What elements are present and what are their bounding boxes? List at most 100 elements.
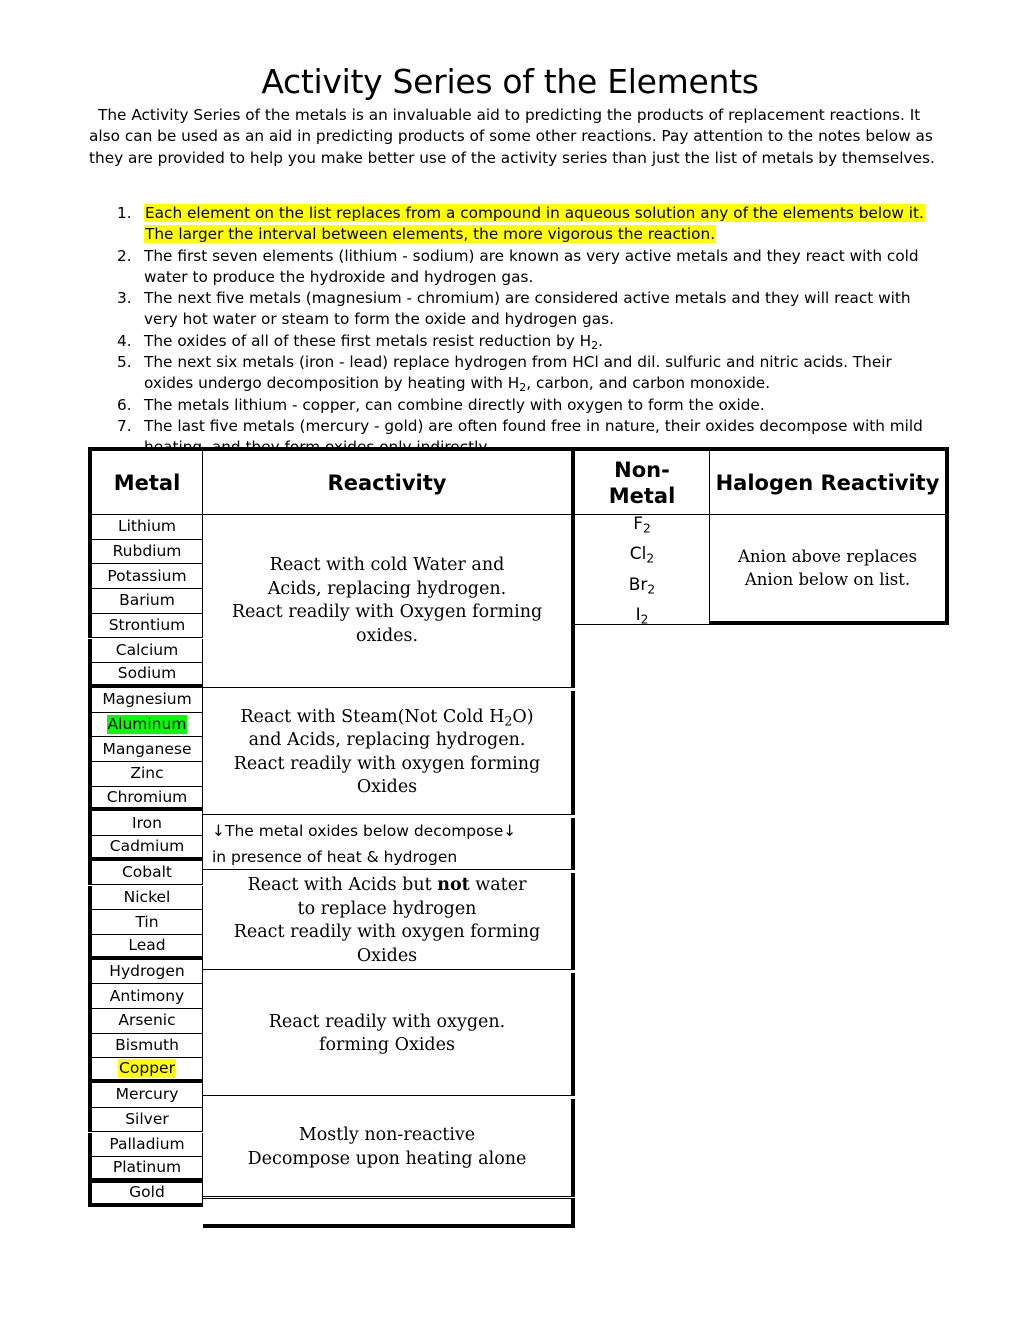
table-header-nonmetal: Non- Metal	[575, 447, 710, 515]
metal-row-lithium: Lithium	[88, 515, 203, 540]
metal-label: Arsenic	[118, 1011, 176, 1030]
note-body: The next five metals (magnesium - chromi…	[144, 288, 941, 331]
note-body: Each element on the list replaces from a…	[144, 203, 941, 246]
note-1-line-1: Each element on the list replaces from a…	[144, 204, 925, 222]
reactivity-group-cold-water: React with cold Water and Acids, replaci…	[203, 515, 575, 688]
metal-label: Lead	[128, 935, 166, 954]
note-item-1: 1. Each element on the list replaces fro…	[113, 203, 941, 246]
metal-label: Cadmium	[109, 836, 185, 855]
note-number: 2.	[117, 246, 132, 265]
reactivity-line: to replace hydrogen	[297, 898, 477, 919]
note-4-text-b: .	[598, 331, 604, 350]
metal-row-platinum: Platinum	[88, 1157, 203, 1182]
metal-row-iron: Iron	[88, 811, 203, 837]
nonmetal-list: F2 Cl2 Br2 I2	[575, 514, 710, 626]
reactivity-line: and Acids, replacing hydrogen.	[248, 730, 526, 750]
metal-row-chromium: Chromium	[88, 786, 203, 812]
nonmetal-symbol: F	[633, 513, 643, 534]
nonmetal-subscript: 2	[647, 581, 656, 596]
metal-label: Zinc	[130, 764, 164, 783]
reactivity-line: Acids, replacing hydrogen.	[267, 578, 507, 599]
reactivity-line: Decompose upon heating alone	[247, 1148, 527, 1169]
metal-row-arsenic: Arsenic	[88, 1009, 203, 1034]
reactivity-line: React readily with oxygen.	[268, 1011, 506, 1032]
nonmetal-item: I2	[636, 600, 649, 631]
metal-row-potassium: Potassium	[88, 564, 203, 590]
reactivity-text-bold: not	[437, 875, 470, 895]
note-body: The next six metals (iron - lead) replac…	[144, 352, 941, 395]
metal-label: Lithium	[117, 517, 177, 536]
metal-label: Gold	[129, 1183, 165, 1202]
table-header-halogen: Halogen Reactivity	[710, 447, 949, 515]
note-item-2: 2. The first seven elements (lithium - s…	[113, 246, 941, 289]
metal-row-calcium: Calcium	[88, 638, 203, 664]
metal-row-cobalt: Cobalt	[88, 860, 203, 886]
note-number: 3.	[117, 289, 132, 308]
metal-row-cadmium: Cadmium	[88, 836, 203, 861]
intro-paragraph: The Activity Series of the metals is an …	[89, 106, 935, 167]
reactivity-text-a: React with Acids but	[247, 875, 438, 895]
metal-label: Mercury	[115, 1085, 179, 1104]
table-header-metal: Metal	[88, 447, 203, 515]
table-header-nonmetal-line2: Metal	[608, 483, 676, 508]
reactivity-line: React with Steam(Not Cold H2O)	[240, 706, 533, 730]
metal-label: Antimony	[109, 986, 185, 1005]
table-header-nonmetal-line1: Non-	[614, 457, 670, 482]
metal-label: Calcium	[115, 640, 179, 659]
reactivity-line: Mostly non-reactive	[298, 1125, 476, 1145]
reactivity-group-decompose-note: ↓The metal oxides below decompose↓ in pr…	[203, 818, 575, 870]
table-header-reactivity: Reactivity	[203, 447, 575, 515]
metal-label: Strontium	[108, 616, 186, 635]
notes-list: 1. Each element on the list replaces fro…	[113, 203, 941, 459]
note-5-text-a: The next six metals (iron - lead) replac…	[144, 353, 892, 393]
reactivity-line: React with Acids but not water	[248, 874, 527, 898]
metal-label: Cobalt	[121, 863, 173, 882]
note-item-6: 6. The metals lithium - copper, can comb…	[113, 395, 941, 416]
reactivity-group-oxygen: React readily with oxygen. forming Oxide…	[203, 973, 575, 1096]
metal-row-aluminum: Aluminum	[88, 712, 203, 738]
metal-label: Barium	[119, 591, 175, 610]
reactivity-group-gold-empty	[203, 1198, 575, 1228]
nonmetal-item: F2	[633, 509, 651, 540]
metal-label: Magnesium	[102, 690, 192, 709]
reactivity-line: React readily with Oxygen forming oxides…	[231, 602, 543, 646]
metal-label: Tin	[135, 912, 159, 931]
metal-row-mercury: Mercury	[88, 1083, 203, 1108]
halogen-line: Anion below on list.	[744, 570, 911, 589]
nonmetal-subscript: 2	[642, 520, 651, 535]
note-body: The metals lithium - copper, can combine…	[144, 395, 941, 416]
reactivity-group-non-reactive: Mostly non-reactive Decompose upon heati…	[203, 1099, 575, 1197]
page-title: Activity Series of the Elements	[261, 62, 759, 101]
metal-label: Hydrogen	[109, 961, 185, 980]
metal-label: Aluminum	[106, 714, 188, 734]
note-number: 5.	[117, 353, 132, 372]
note-body: The oxides of all of these first metals …	[144, 331, 941, 352]
note-2-text: The first seven elements (lithium - sodi…	[144, 246, 919, 286]
reactivity-line: forming Oxides	[319, 1035, 455, 1055]
metal-row-lead: Lead	[88, 934, 203, 960]
metal-row-antimony: Antimony	[88, 984, 203, 1009]
reactivity-note-line: in presence of heat & hydrogen	[212, 848, 458, 866]
metal-label: Platinum	[112, 1158, 182, 1177]
note-number: 4.	[117, 331, 132, 350]
reactivity-note-line: ↓The metal oxides below decompose↓	[212, 822, 517, 840]
metal-label: Sodium	[117, 664, 177, 683]
metal-row-copper: Copper	[88, 1058, 203, 1084]
metal-row-rubdium: Rubdium	[88, 539, 203, 565]
metal-label: Bismuth	[115, 1036, 179, 1055]
metal-row-strontium: Strontium	[88, 613, 203, 639]
note-4-text-a: The oxides of all of these first metals …	[144, 331, 592, 350]
metal-row-hydrogen: Hydrogen	[88, 959, 203, 985]
nonmetal-item: Cl2	[630, 539, 654, 570]
nonmetal-symbol: Cl	[629, 544, 647, 564]
nonmetal-subscript: 2	[640, 612, 649, 627]
note-item-4: 4. The oxides of all of these first meta…	[113, 331, 941, 352]
note-number: 1.	[117, 204, 132, 222]
metal-row-zinc: Zinc	[88, 762, 203, 787]
note-3-text: The next five metals (magnesium - chromi…	[144, 289, 911, 329]
metal-row-gold: Gold	[88, 1181, 203, 1207]
metal-label: Iron	[132, 813, 162, 832]
metal-label: Rubdium	[112, 542, 182, 561]
metal-row-bismuth: Bismuth	[88, 1033, 203, 1059]
note-number: 6.	[117, 395, 132, 414]
